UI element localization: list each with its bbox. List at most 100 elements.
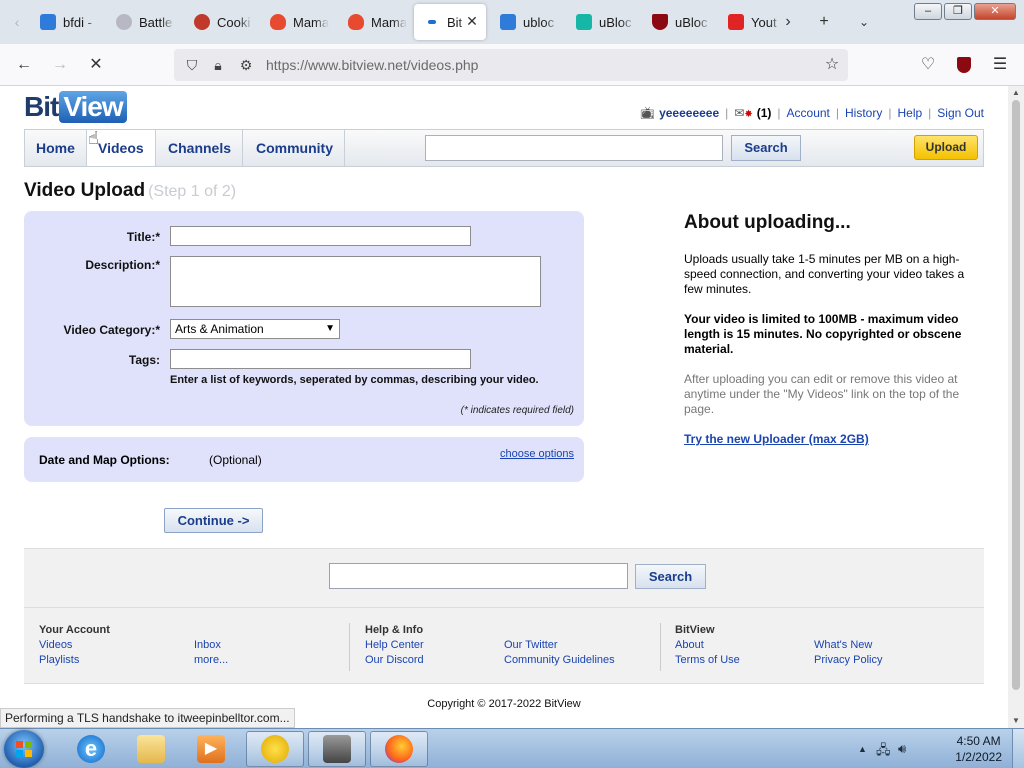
- user-bar: 📺︎ yeeeeeeee | ✉✸ (1) | Account | Histor…: [640, 106, 984, 120]
- forward-icon[interactable]: →: [48, 53, 72, 77]
- bitview-icon: [428, 20, 436, 24]
- footer-link-community-guidelines[interactable]: Community Guidelines: [504, 654, 615, 666]
- taskbar-internet-explorer[interactable]: e: [62, 731, 120, 767]
- list-tabs-icon[interactable]: ⌄: [852, 10, 876, 34]
- footer-link-help-center[interactable]: Help Center: [365, 639, 424, 651]
- network-icon[interactable]: 🖧︎: [876, 741, 891, 763]
- mail-count[interactable]: (1): [757, 106, 772, 120]
- video-camera-icon: [323, 735, 351, 763]
- upload-button[interactable]: Upload: [914, 135, 978, 160]
- browser-tab-active[interactable]: Bit ✕: [414, 4, 486, 40]
- url-text[interactable]: https://www.bitview.net/videos.php: [266, 57, 478, 73]
- separator: |: [888, 106, 892, 120]
- footer-link-terms[interactable]: Terms of Use: [675, 654, 740, 666]
- windows-taskbar: e ▶ ▲ 🖧︎ 🔊︎ 4:50 AM 1/2/2022: [0, 728, 1024, 768]
- nav-tab-home[interactable]: Home: [25, 130, 87, 166]
- url-bar[interactable]: ⛉ 🔒︎ ⚙︎ https://www.bitview.net/videos.p…: [174, 49, 848, 81]
- minimize-icon[interactable]: –: [914, 3, 942, 20]
- permissions-icon[interactable]: ⚙︎: [236, 55, 256, 75]
- stop-loading-icon[interactable]: ✕: [84, 53, 108, 77]
- taskbar-video-app[interactable]: [308, 731, 366, 767]
- sign-out-link[interactable]: Sign Out: [937, 106, 984, 120]
- new-uploader-link[interactable]: Try the new Uploader (max 2GB): [684, 432, 869, 446]
- about-heading: About uploading...: [684, 212, 851, 233]
- ublock-shield-icon[interactable]: [952, 53, 976, 77]
- tags-input[interactable]: [170, 349, 471, 369]
- tab-scroll-left-icon[interactable]: ‹: [8, 12, 26, 32]
- pocket-icon[interactable]: ♡: [916, 53, 940, 77]
- footer-link-discord[interactable]: Our Discord: [365, 654, 424, 666]
- start-button[interactable]: [4, 730, 44, 768]
- page-scrollbar[interactable]: ▲ ▼: [1008, 86, 1024, 728]
- scrollbar-thumb[interactable]: [1012, 100, 1020, 690]
- account-link[interactable]: Account: [787, 106, 830, 120]
- clock-date: 1/2/2022: [955, 750, 1002, 764]
- history-link[interactable]: History: [845, 106, 882, 120]
- browser-tab[interactable]: Mama: [260, 4, 332, 40]
- category-select[interactable]: Arts & Animation ▼: [170, 319, 340, 339]
- tab-label: bfdi -: [63, 14, 92, 30]
- footer-link-whats-new[interactable]: What's New: [814, 639, 872, 651]
- page-viewport: Bit View 📺︎ yeeeeeeee | ✉✸ (1) | Account…: [0, 86, 1008, 728]
- browser-tab[interactable]: ubloc: [490, 4, 562, 40]
- continue-button[interactable]: Continue ->: [164, 508, 263, 533]
- clock[interactable]: 4:50 AM 1/2/2022: [955, 733, 1002, 765]
- help-link[interactable]: Help: [897, 106, 922, 120]
- browser-tab[interactable]: Yout: [718, 4, 782, 40]
- show-hidden-icons-icon[interactable]: ▲: [858, 744, 867, 754]
- browser-tab[interactable]: Battle: [106, 4, 178, 40]
- header-search-input[interactable]: [425, 135, 723, 161]
- new-tab-icon[interactable]: +: [812, 10, 836, 34]
- header-search-button[interactable]: Search: [731, 135, 801, 161]
- lock-icon[interactable]: 🔒︎: [208, 55, 228, 75]
- show-desktop-button[interactable]: [1012, 729, 1024, 768]
- title-input[interactable]: [170, 226, 471, 246]
- description-textarea[interactable]: [170, 256, 541, 307]
- main-nav: Home Videos Channels Community Search Up…: [24, 129, 984, 167]
- footer-link-twitter[interactable]: Our Twitter: [504, 639, 558, 651]
- close-window-icon[interactable]: ✕: [974, 3, 1016, 20]
- footer-column-separator: [660, 623, 661, 671]
- choose-options-link[interactable]: choose options: [500, 448, 574, 460]
- footer-link-inbox[interactable]: Inbox: [194, 639, 221, 651]
- nav-tab-channels[interactable]: Channels: [157, 130, 244, 166]
- window-controls: – ❐ ✕: [914, 3, 1016, 20]
- scroll-down-icon[interactable]: ▼: [1011, 716, 1021, 726]
- browser-tab[interactable]: uBloc: [642, 4, 714, 40]
- footer-link-videos[interactable]: Videos: [39, 639, 72, 651]
- taskbar-firefox[interactable]: [370, 731, 428, 767]
- shield-icon[interactable]: ⛉: [182, 55, 202, 75]
- bookmark-star-icon[interactable]: ☆: [822, 55, 842, 75]
- browser-tab[interactable]: bfdi -: [30, 4, 100, 40]
- scroll-up-icon[interactable]: ▲: [1011, 88, 1021, 98]
- menu-icon[interactable]: ☰: [988, 53, 1012, 77]
- restore-icon[interactable]: ❐: [944, 3, 972, 20]
- volume-icon[interactable]: 🔊︎: [898, 741, 906, 757]
- bitview-logo[interactable]: Bit View: [24, 91, 127, 123]
- tab-scroll-right-icon[interactable]: ›: [776, 10, 800, 34]
- footer-link-more[interactable]: more...: [194, 654, 228, 666]
- browser-tab[interactable]: Mama: [338, 4, 410, 40]
- footer-link-privacy[interactable]: Privacy Policy: [814, 654, 882, 666]
- taskbar-media-player[interactable]: ▶: [182, 731, 240, 767]
- youtube-icon: [728, 14, 744, 30]
- about-paragraph-edit: After uploading you can edit or remove t…: [684, 372, 960, 416]
- close-tab-icon[interactable]: ✕: [464, 13, 480, 29]
- mail-icon[interactable]: ✉✸: [734, 106, 752, 120]
- footer-search-input[interactable]: [329, 563, 628, 589]
- back-icon[interactable]: ←: [12, 53, 36, 77]
- about-paragraph-limits: Your video is limited to 100MB - maximum…: [684, 312, 962, 356]
- username-link[interactable]: yeeeeeeee: [659, 106, 719, 120]
- footer-search-button[interactable]: Search: [635, 564, 706, 589]
- nav-tab-community[interactable]: Community: [245, 130, 345, 166]
- footer-link-about[interactable]: About: [675, 639, 704, 651]
- taskbar-messenger[interactable]: [246, 731, 304, 767]
- browser-tab[interactable]: Cooki: [184, 4, 256, 40]
- flame-icon: [348, 14, 364, 30]
- date-map-options-label: Date and Map Options:: [39, 453, 170, 467]
- footer-link-playlists[interactable]: Playlists: [39, 654, 79, 666]
- footer-bottom-line: [24, 683, 984, 684]
- about-uploading: About uploading... Uploads usually take …: [684, 212, 984, 462]
- browser-tab[interactable]: uBloc: [566, 4, 638, 40]
- taskbar-explorer[interactable]: [122, 731, 180, 767]
